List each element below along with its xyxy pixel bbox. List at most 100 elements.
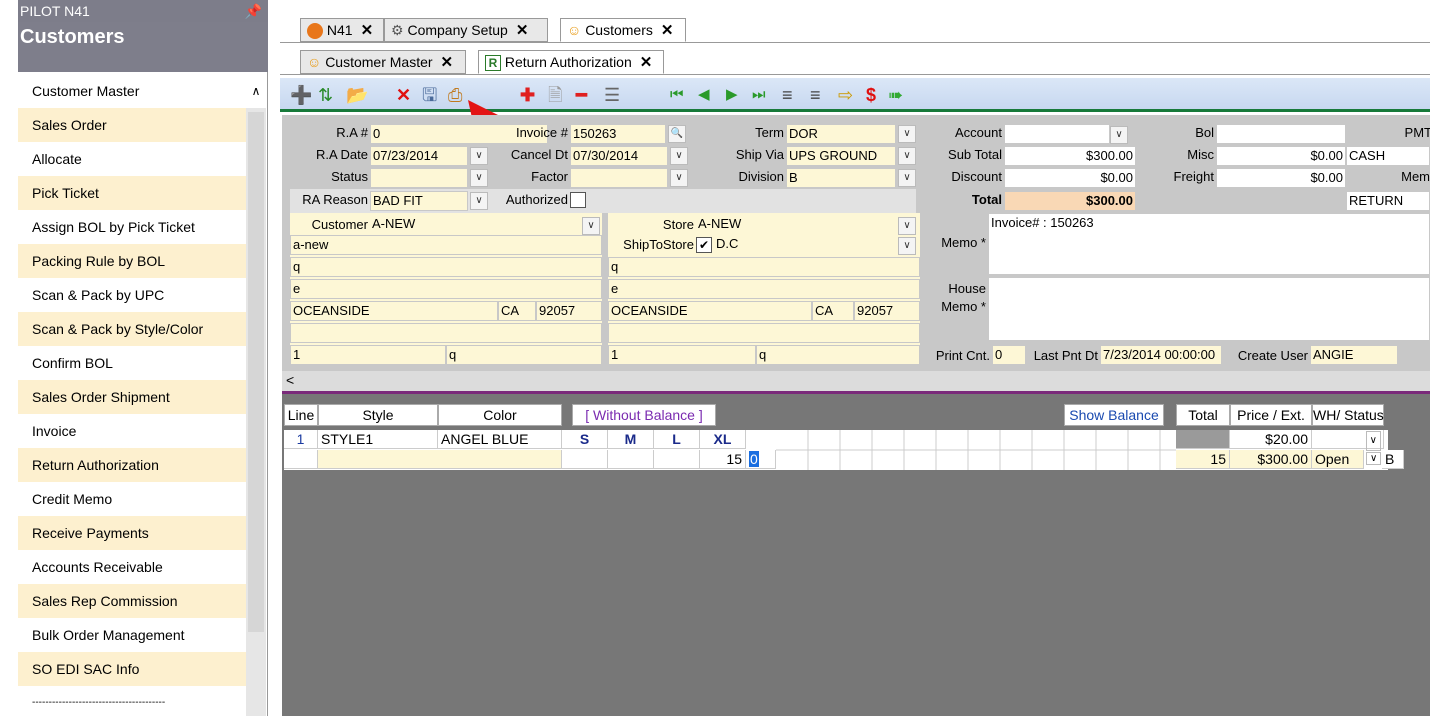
menu-item[interactable]: Assign BOL by Pick Ticket	[18, 210, 246, 244]
menu-item[interactable]: Packing Rule by BOL	[18, 244, 246, 278]
term-field[interactable]: DOR	[786, 124, 896, 144]
menu-item[interactable]: Bulk Order Management	[18, 618, 246, 652]
tab-n41[interactable]: N41 ✕	[300, 18, 384, 42]
chevron-down-icon[interactable]: ∨	[470, 169, 488, 187]
rareason-field[interactable]: BAD FIT	[370, 191, 468, 211]
ship-state[interactable]: CA	[812, 301, 854, 321]
menu-item[interactable]: Allocate	[18, 142, 246, 176]
chevron-down-icon[interactable]: ∨	[898, 147, 916, 165]
transfer-icon[interactable]: ⇨	[838, 84, 853, 106]
menu-item[interactable]: Sales Order	[18, 108, 246, 142]
last-record-icon[interactable]: ⏭	[752, 84, 766, 106]
dollar-icon[interactable]: $	[866, 84, 876, 106]
refresh-icon[interactable]: ⇅	[318, 84, 333, 106]
invoice-field[interactable]: 150263	[570, 124, 666, 144]
chevron-down-icon[interactable]: ∨	[898, 217, 916, 235]
qty-editing[interactable]: 0	[749, 451, 759, 467]
misc-field[interactable]: $0.00	[1216, 146, 1346, 166]
close-icon[interactable]: ✕	[661, 22, 674, 39]
menu-item[interactable]: Pick Ticket	[18, 176, 246, 210]
bill-addr-line[interactable]: a-new	[290, 235, 602, 255]
close-icon[interactable]: ✕	[516, 22, 529, 39]
menu-item[interactable]: Scan & Pack by UPC	[18, 278, 246, 312]
chevron-down-icon[interactable]: ∨	[898, 169, 916, 187]
menu-item[interactable]: Return Authorization	[18, 448, 246, 482]
shiptostore-checkbox[interactable]: ✔	[696, 237, 712, 253]
discount-field[interactable]: $0.00	[1004, 168, 1136, 188]
first-record-icon[interactable]: ⏮	[670, 84, 684, 106]
tab-customers[interactable]: ☺ Customers ✕	[560, 18, 686, 42]
save-icon[interactable]: 🖫	[422, 84, 437, 106]
qty-s[interactable]	[562, 450, 608, 469]
customer-field[interactable]: A-NEW	[370, 215, 582, 235]
ship-addr-line[interactable]: q	[608, 257, 920, 277]
freight-field[interactable]: $0.00	[1216, 168, 1346, 188]
delete-icon[interactable]: ✕	[396, 84, 411, 106]
bill-extra[interactable]	[290, 323, 602, 343]
chevron-down-icon[interactable]: ∨	[670, 147, 688, 165]
chevron-down-icon[interactable]: ∨	[1365, 431, 1381, 451]
qty-l[interactable]	[654, 450, 700, 469]
menu-item[interactable]: Customer Master	[18, 74, 246, 108]
menu-item[interactable]: Invoice	[18, 414, 246, 448]
account-field[interactable]	[1004, 124, 1110, 144]
memo-field[interactable]: Invoice# : 150263	[988, 213, 1430, 275]
ship-addr-line[interactable]: e	[608, 279, 920, 299]
shipvia-field[interactable]: UPS GROUND	[786, 146, 896, 166]
ship-zip[interactable]: 92057	[854, 301, 920, 321]
row-status[interactable]: Open	[1312, 450, 1364, 469]
tree2-icon[interactable]: ≡	[810, 84, 821, 106]
chevron-down-icon[interactable]: ∨	[898, 237, 916, 255]
menu-item[interactable]: Sales Order Shipment	[18, 380, 246, 414]
vertical-scrollbar[interactable]: ∧	[246, 74, 266, 716]
chevron-down-icon[interactable]: ∨	[670, 169, 688, 187]
scroll-up-icon[interactable]: ∧	[246, 74, 266, 108]
exit-icon[interactable]: ➠	[888, 84, 903, 106]
open-folder-icon[interactable]: 📂	[346, 84, 368, 106]
shiptostore-field[interactable]: D.C	[714, 235, 896, 255]
tab-company-setup[interactable]: ⚙ Company Setup ✕	[384, 18, 548, 42]
pmt-field[interactable]: CASH	[1346, 146, 1430, 166]
row-style[interactable]: STYLE1	[318, 430, 438, 449]
bol-field[interactable]	[1216, 124, 1346, 144]
list-icon[interactable]: ☰	[604, 84, 620, 106]
qty-m[interactable]	[608, 450, 654, 469]
close-icon[interactable]: ✕	[441, 54, 454, 71]
store-field[interactable]: A-NEW	[696, 215, 896, 235]
chevron-down-icon[interactable]: ∨	[898, 125, 916, 143]
chevron-down-icon[interactable]: ∨	[470, 147, 488, 165]
authorized-checkbox[interactable]	[570, 192, 586, 208]
ship-city[interactable]: OCEANSIDE	[608, 301, 812, 321]
qty-extra[interactable]: 0	[746, 450, 776, 469]
next-record-icon[interactable]: ▶	[726, 84, 738, 106]
ship-phone[interactable]: 1	[608, 345, 756, 365]
row-color[interactable]: ANGEL BLUE	[438, 430, 562, 449]
row-sub-desc[interactable]	[318, 450, 562, 469]
tab-customer-master[interactable]: ☺ Customer Master ✕	[300, 50, 466, 74]
factor-field[interactable]	[570, 168, 668, 188]
division-field[interactable]: B	[786, 168, 896, 188]
menu-item[interactable]: Scan & Pack by Style/Color	[18, 312, 246, 346]
chevron-down-icon[interactable]: ∨	[582, 217, 600, 235]
menu-item[interactable]: Accounts Receivable	[18, 550, 246, 584]
house-memo-field[interactable]	[988, 277, 1430, 341]
menu-item[interactable]: SO EDI SAC Info	[18, 652, 246, 686]
menu-item[interactable]: Confirm BOL	[18, 346, 246, 380]
horizontal-scrollbar[interactable]: <	[282, 371, 1430, 391]
chevron-down-icon[interactable]: ∨	[470, 192, 488, 210]
menu-item[interactable]: Sales Rep Commission	[18, 584, 246, 618]
bill-phone[interactable]: 1	[290, 345, 446, 365]
prev-record-icon[interactable]: ◀	[698, 84, 710, 106]
status-field[interactable]	[370, 168, 468, 188]
menu-item[interactable]: Receive Payments	[18, 516, 246, 550]
chevron-down-icon[interactable]: ∨	[1366, 452, 1382, 465]
menu-item[interactable]: Credit Memo	[18, 482, 246, 516]
radate-field[interactable]: 07/23/2014	[370, 146, 468, 166]
scroll-thumb[interactable]	[248, 112, 264, 632]
close-icon[interactable]: ✕	[361, 22, 374, 39]
show-balance-button[interactable]: Show Balance	[1064, 404, 1164, 426]
bill-zip[interactable]: 92057	[536, 301, 602, 321]
chevron-down-icon[interactable]: ∨	[1110, 126, 1128, 144]
ship-extra[interactable]	[608, 323, 920, 343]
search-icon[interactable]: 🔍	[668, 125, 686, 143]
